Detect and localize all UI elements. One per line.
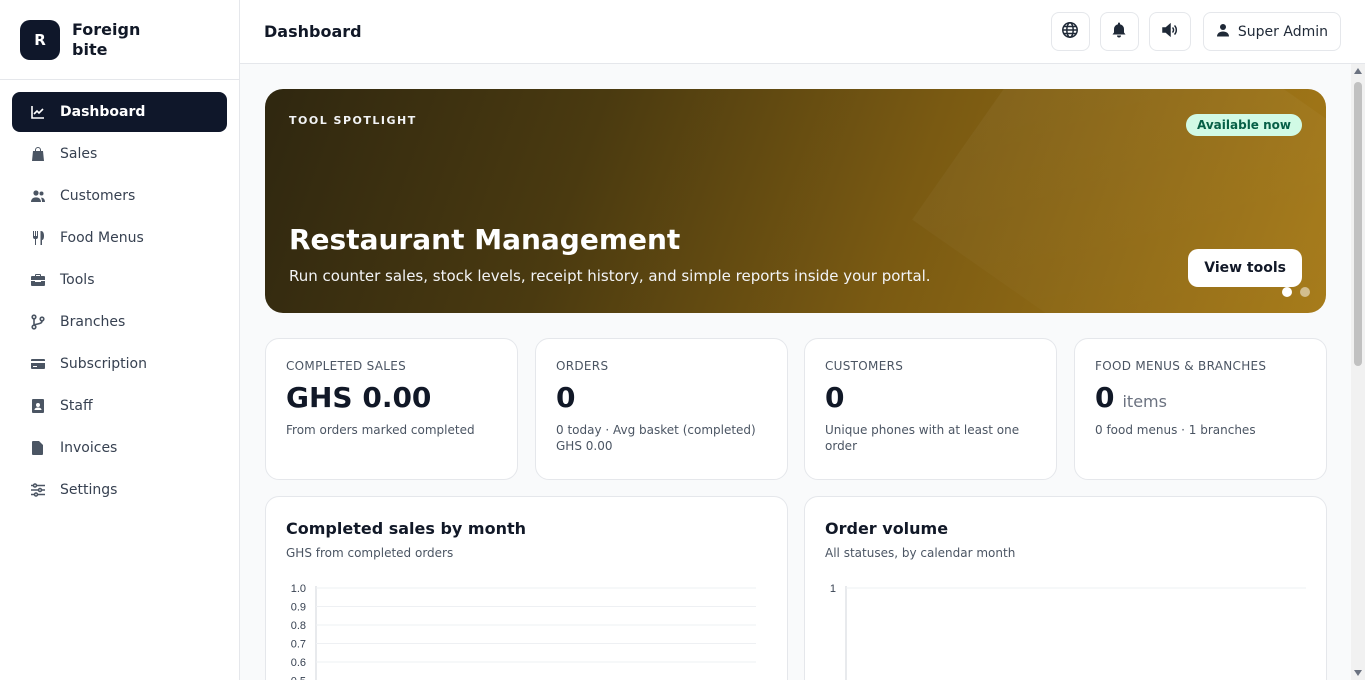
- sidebar-item-dashboard[interactable]: Dashboard: [12, 92, 227, 132]
- scroll-up-arrow[interactable]: [1354, 68, 1362, 74]
- stat-card-customers: CUSTOMERS 0 Unique phones with at least …: [804, 338, 1057, 480]
- orders-chart: 1: [830, 583, 1306, 680]
- stat-number: 0: [556, 381, 576, 414]
- sidebar-item-invoices[interactable]: Invoices: [12, 428, 227, 468]
- scroll-thumb[interactable]: [1354, 82, 1362, 366]
- sidebar-item-label: Customers: [60, 188, 136, 204]
- sidebar-item-label: Sales: [60, 146, 98, 162]
- sidebar-item-sales[interactable]: Sales: [12, 134, 227, 174]
- sidebar-item-label: Dashboard: [60, 104, 146, 120]
- file-invoice-icon: [30, 440, 46, 456]
- users-icon: [30, 188, 46, 204]
- chart-card-orders: Order volume All statuses, by calendar m…: [804, 496, 1327, 680]
- y-tick-label: 0.6: [291, 657, 306, 669]
- chart-line-icon: [30, 104, 46, 120]
- stat-note: From orders marked completed: [286, 423, 475, 437]
- sidebar: R Foreign bite Dashboard Sales Customers…: [0, 0, 240, 680]
- y-tick-label: 0.8: [291, 620, 306, 632]
- y-tick-label: 1: [830, 583, 836, 595]
- sidebar-item-label: Invoices: [60, 440, 118, 456]
- stat-number: GHS 0.00: [286, 381, 432, 414]
- hero-title: Restaurant Management: [289, 223, 681, 256]
- utensils-icon: [30, 230, 46, 246]
- volume-icon: [1161, 21, 1179, 43]
- brand-logo: R: [20, 19, 60, 60]
- hero-kicker: TOOL SPOTLIGHT: [289, 114, 417, 127]
- language-button[interactable]: [1050, 12, 1090, 51]
- toolbox-icon: [30, 272, 46, 288]
- stat-label: ORDERS: [556, 359, 609, 373]
- stat-label: FOOD MENUS & BRANCHES: [1095, 359, 1267, 373]
- sidebar-item-label: Food Menus: [60, 230, 144, 246]
- carousel-dots: [1282, 287, 1310, 297]
- y-tick-label: 1.0: [291, 583, 306, 595]
- sidebar-item-branches[interactable]: Branches: [12, 302, 227, 342]
- sidebar-item-food-menus[interactable]: Food Menus: [12, 218, 227, 258]
- stat-note: Unique phones with at least one order: [825, 423, 1020, 453]
- bell-icon: [1110, 21, 1128, 43]
- stat-card-orders: ORDERS 0 0 today · Avg basket (completed…: [535, 338, 788, 480]
- id-badge-icon: [30, 398, 46, 414]
- sidebar-item-subscription[interactable]: Subscription: [12, 344, 227, 384]
- sliders-icon: [30, 482, 46, 498]
- stat-value: 0 items: [1095, 381, 1306, 414]
- sidebar-item-label: Settings: [60, 482, 118, 498]
- stat-card-food-menus-branches: FOOD MENUS & BRANCHES 0 items 0 food men…: [1074, 338, 1327, 480]
- credit-card-icon: [30, 356, 46, 372]
- stat-label: CUSTOMERS: [825, 359, 904, 373]
- brand[interactable]: R Foreign bite: [0, 0, 239, 80]
- sidebar-item-label: Tools: [60, 272, 95, 288]
- page-title: Dashboard: [264, 22, 362, 41]
- sidebar-item-label: Branches: [60, 314, 126, 330]
- status-badge: Available now: [1186, 114, 1302, 136]
- hero-subtitle: Run counter sales, stock levels, receipt…: [289, 267, 931, 285]
- sidebar-nav: Dashboard Sales Customers Food Menus Too…: [0, 80, 239, 524]
- sidebar-item-customers[interactable]: Customers: [12, 176, 227, 216]
- y-tick-label: 0.7: [291, 639, 306, 651]
- view-tools-button[interactable]: View tools: [1188, 249, 1302, 287]
- sales-chart: 1.0 0.9 0.8 0.7 0.6 0.5: [291, 583, 756, 680]
- sidebar-item-tools[interactable]: Tools: [12, 260, 227, 300]
- user-icon: [1216, 23, 1230, 41]
- stat-number: 0: [1095, 381, 1115, 414]
- scroll-down-arrow[interactable]: [1354, 670, 1362, 676]
- carousel-dot-2[interactable]: [1300, 287, 1310, 297]
- shopping-bag-icon: [30, 146, 46, 162]
- y-tick-label: 0.5: [291, 676, 306, 680]
- globe-icon: [1061, 21, 1079, 43]
- stat-unit: items: [1122, 392, 1167, 411]
- sound-button[interactable]: [1148, 12, 1191, 51]
- stat-label: COMPLETED SALES: [286, 359, 407, 373]
- stat-number: 0: [825, 381, 845, 414]
- sidebar-item-settings[interactable]: Settings: [12, 470, 227, 510]
- stat-value: GHS 0.00: [286, 381, 497, 414]
- sidebar-item-staff[interactable]: Staff: [12, 386, 227, 426]
- y-tick-label: 0.9: [291, 602, 306, 614]
- top-header: Dashboard Super Admin: [240, 0, 1365, 64]
- notifications-button[interactable]: [1099, 12, 1139, 51]
- brand-name: Foreign bite: [72, 19, 141, 59]
- chart-card-sales: Completed sales by month GHS from comple…: [265, 496, 788, 680]
- stat-value: 0: [556, 381, 767, 414]
- code-branch-icon: [30, 314, 46, 330]
- carousel-dot-1[interactable]: [1282, 287, 1292, 297]
- tool-spotlight-banner: TOOL SPOTLIGHT Available now Restaurant …: [265, 89, 1326, 313]
- user-name: Super Admin: [1237, 23, 1328, 40]
- page-scrollbar[interactable]: [1351, 64, 1365, 680]
- sidebar-item-label: Subscription: [60, 356, 147, 372]
- stat-card-completed-sales: COMPLETED SALES GHS 0.00 From orders mar…: [265, 338, 518, 480]
- header-actions: Super Admin: [1050, 12, 1341, 51]
- stat-note: 0 food menus · 1 branches: [1095, 423, 1256, 437]
- stat-note: 0 today · Avg basket (completed) GHS 0.0…: [556, 423, 756, 453]
- user-menu-button[interactable]: Super Admin: [1202, 12, 1341, 51]
- sidebar-item-label: Staff: [60, 398, 93, 414]
- stat-value: 0: [825, 381, 1036, 414]
